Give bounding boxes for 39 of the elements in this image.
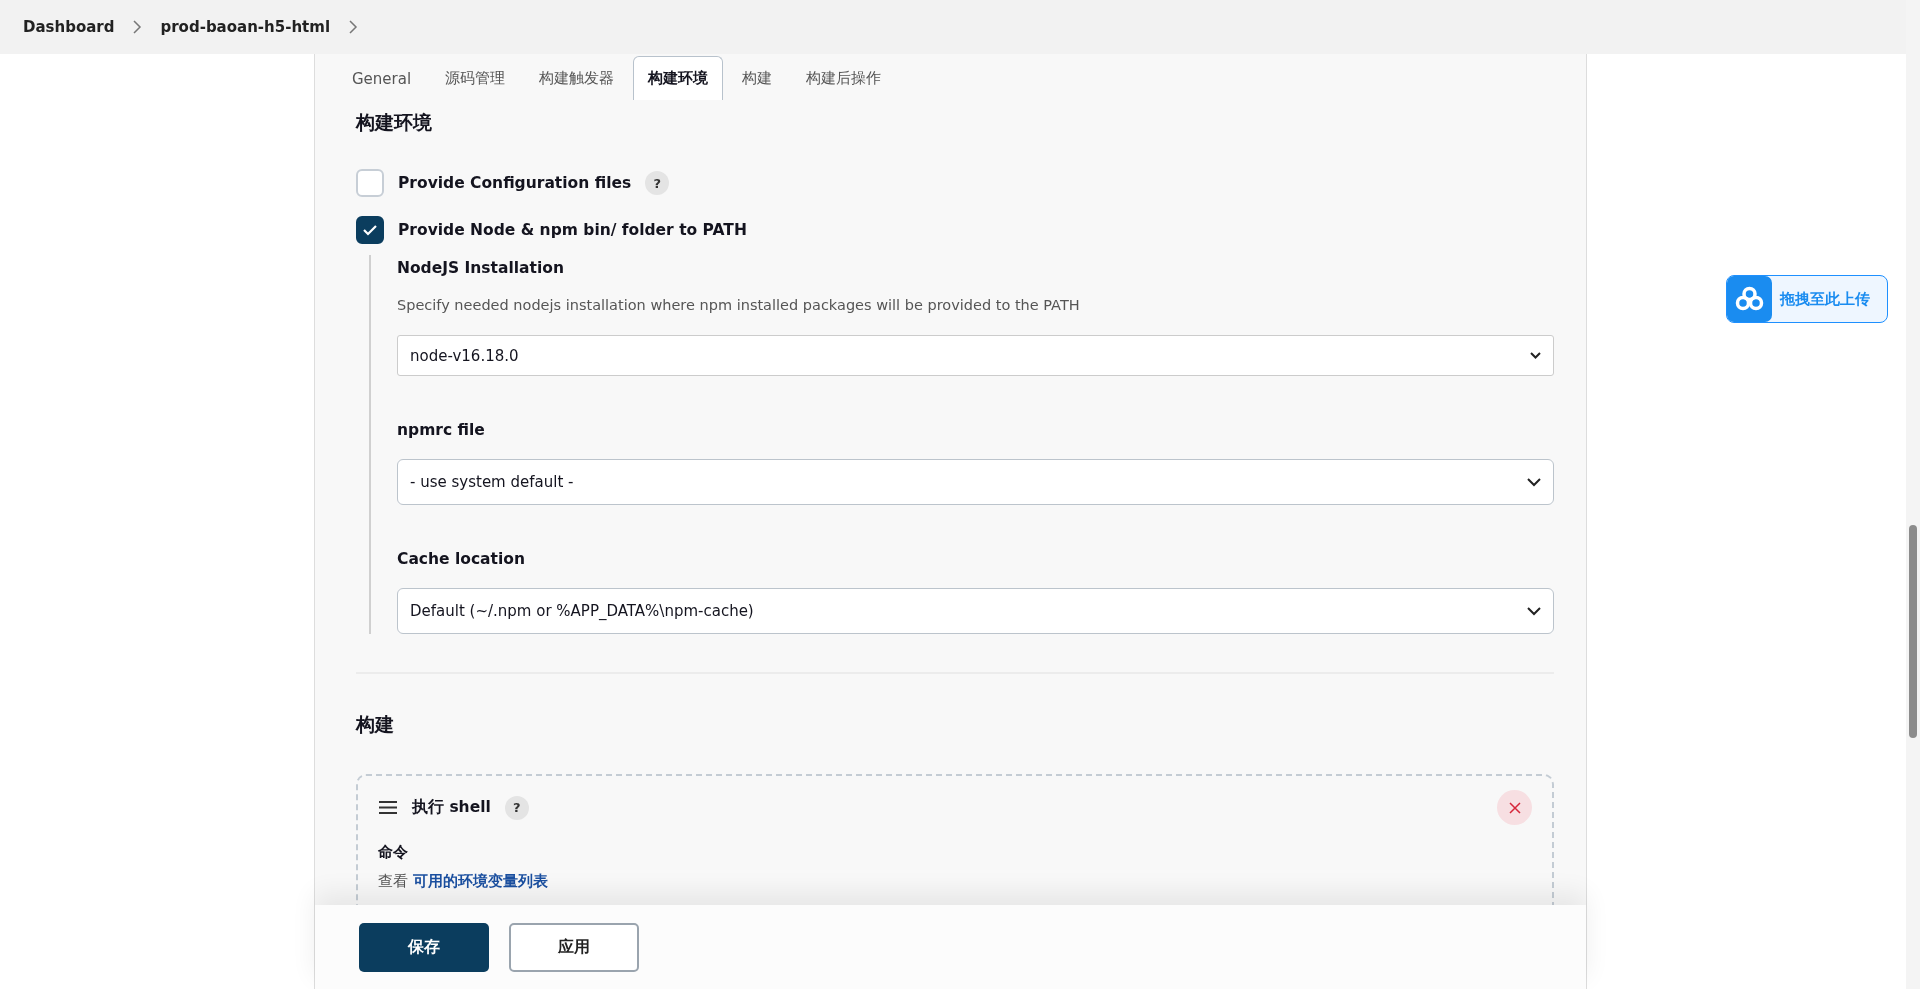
drag-handle-icon[interactable] [378,801,398,814]
select-field[interactable]: - use system default - [397,459,1554,505]
chevron-down-icon [1530,352,1541,359]
tab[interactable]: 构建 [727,56,788,100]
field-label: 命令 [378,843,409,862]
help-icon[interactable]: ? [504,795,529,820]
close-icon [1508,801,1521,814]
field-label: Cache location [397,550,526,568]
env-vars-link[interactable]: 可用的环境变量列表 [413,873,548,889]
hint-text: 查看 可用的环境变量列表 [378,872,549,891]
upload-label: 拖拽至此上传 [1780,289,1870,309]
field-description: Specify needed nodejs installation where npm installed packages will be provided to the PATH [397,297,1081,313]
field-label: NodeJS Installation [397,259,565,277]
field-label: npmrc file [397,421,486,439]
chevron-right-icon[interactable] [132,20,143,34]
breadcrumb-link[interactable]: prod-baoan-h5-html [160,18,331,36]
select-field[interactable]: node-v16.18.0 [397,335,1554,376]
chevron-down-icon [1527,606,1541,616]
tab[interactable]: 构建环境 [633,56,724,100]
step-title: 执行 shell [412,797,491,818]
tab[interactable]: General [337,56,427,100]
help-icon[interactable]: ? [645,171,670,195]
checkbox-label: Provide Node & npm bin/ folder to PATH [398,221,747,239]
check-icon [362,224,378,236]
section-heading: 构建 [356,712,395,737]
tab[interactable]: 源码管理 [430,56,521,100]
checkbox[interactable] [356,216,384,244]
select-field[interactable]: Default (~/.npm or %APP_DATA%\npm-cache) [397,588,1554,634]
chevron-right-icon[interactable] [348,20,359,34]
checkbox-label: Provide Configuration files [398,174,632,192]
apply-button[interactable]: 应用 [509,922,639,972]
breadcrumb-link[interactable]: Dashboard [23,18,115,36]
save-button[interactable]: 保存 [359,922,489,972]
section-heading: 构建环境 [356,110,433,135]
tab[interactable]: 构建触发器 [524,56,630,100]
chevron-down-icon [1527,477,1541,487]
tab[interactable]: 构建后操作 [791,56,897,100]
cloud-icon [1727,276,1772,322]
close-button[interactable] [1497,790,1532,825]
